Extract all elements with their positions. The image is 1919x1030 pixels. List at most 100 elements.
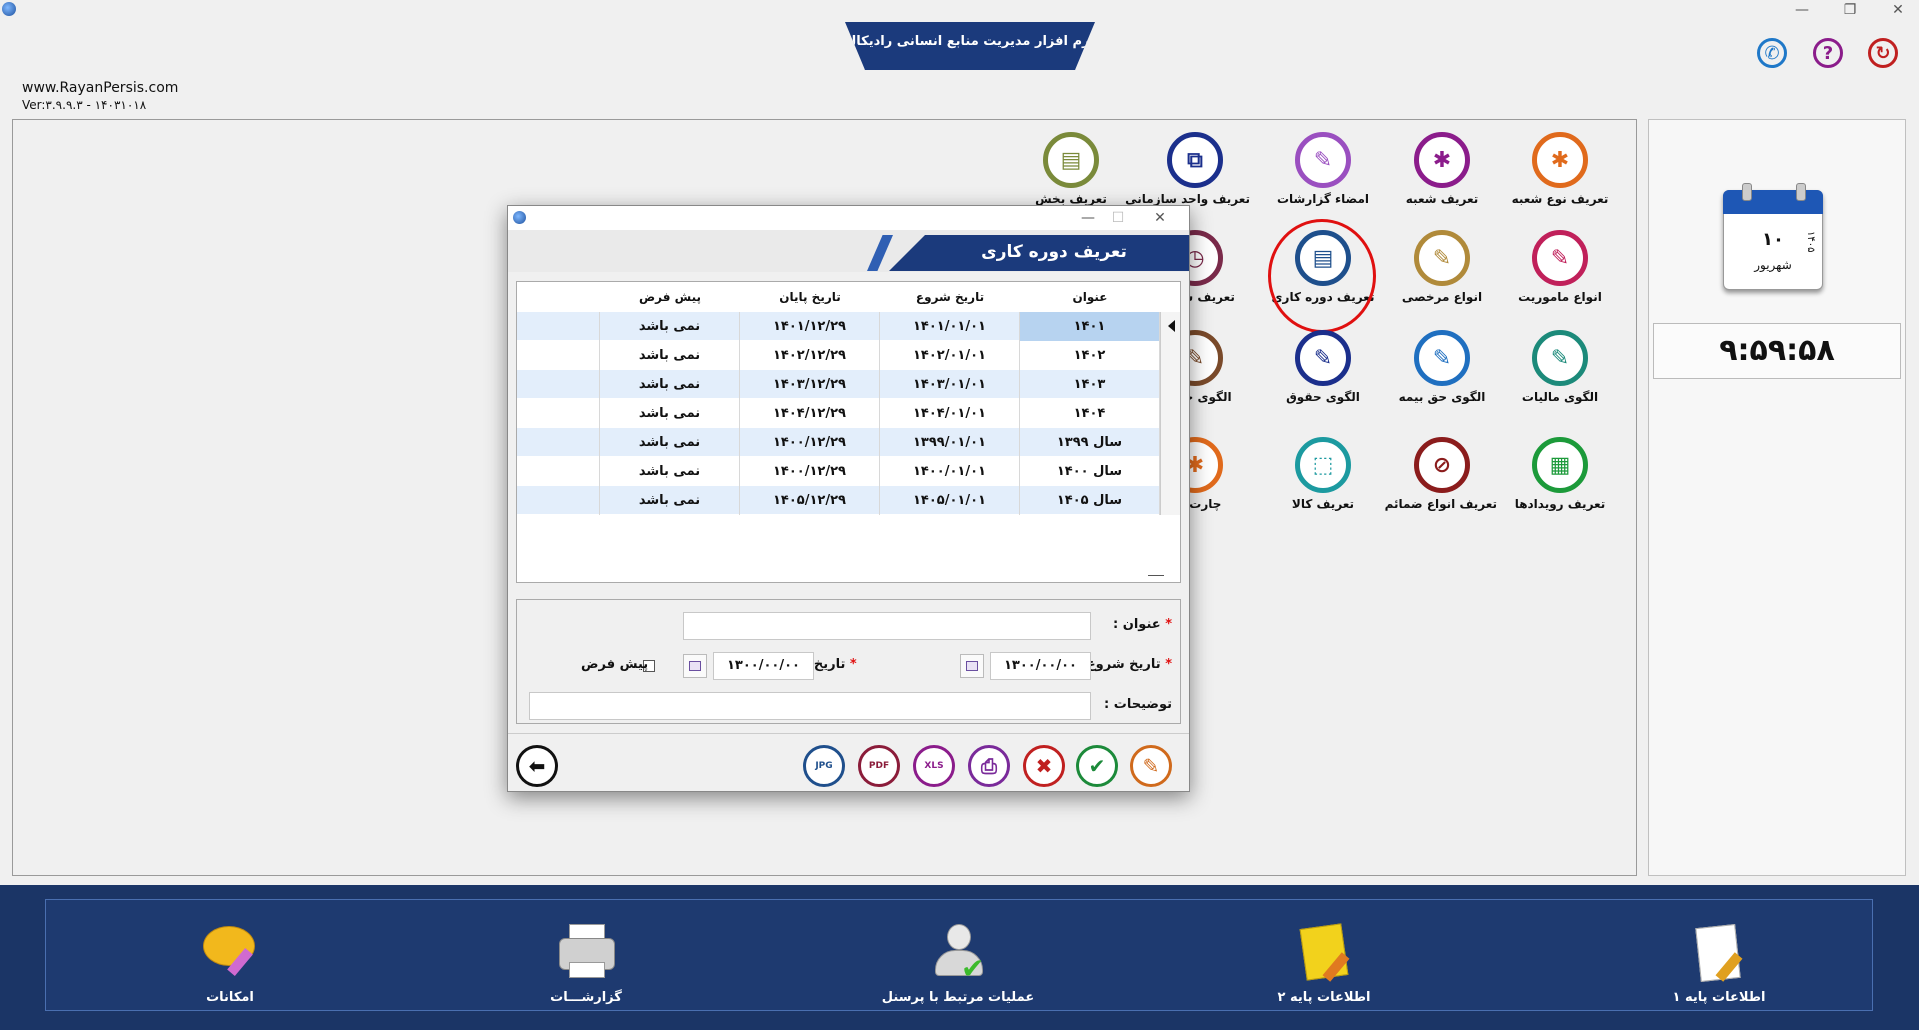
start-date-input[interactable]: ۱۳۰۰/۰۰/۰۰ [990, 652, 1091, 680]
export-xls-button[interactable]: XLS [913, 745, 955, 787]
dialog-minimize-button[interactable]: — [1073, 207, 1103, 229]
header-stripe [867, 235, 893, 271]
col-header-start[interactable]: تاریخ شروع [880, 290, 1020, 304]
grid-item-report-signature[interactable]: ✎ امضاء گزارشات [1268, 132, 1378, 206]
cell-title: ۱۴۰۲ [1020, 341, 1160, 370]
cell-start: ۱۴۰۵/۰۱/۰۱ [880, 486, 1020, 515]
grid-item-mission-types[interactable]: ✎ انواع ماموریت [1505, 230, 1615, 304]
title-input[interactable] [683, 612, 1091, 640]
cell-end: ۱۴۰۳/۱۲/۲۹ [740, 370, 880, 399]
calendar-ring [1796, 183, 1806, 201]
edit-button[interactable]: ✎ [1130, 745, 1172, 787]
required-mark: * [849, 657, 857, 672]
grid-item-leave-types[interactable]: ✎ انواع مرخصی [1387, 230, 1497, 304]
check-icon: ✔ [1088, 754, 1106, 778]
grid-item-branch-type[interactable]: ✱ تعریف نوع شعبه [1505, 132, 1615, 206]
leave-types-glyph: ✎ [1432, 245, 1452, 271]
col-header-default[interactable]: پیش فرض [600, 290, 740, 304]
sticky-note-pencil-icon [1289, 922, 1359, 984]
start-date-label: * تاریخ شروع : [1077, 657, 1172, 672]
col-header-end[interactable]: تاریخ پایان [740, 290, 880, 304]
menu-label: اطلاعات پایه ۱ [1672, 990, 1766, 1005]
phone-icon[interactable]: ✆ [1757, 38, 1787, 68]
delete-button[interactable]: ✖ [1023, 745, 1065, 787]
menu-features[interactable]: امکانات [130, 922, 330, 1005]
version-label: Ver:۳.۹.۹.۳ - ۱۴۰۳۱۰۱۸ [22, 98, 147, 112]
website-link[interactable]: www.RayanPersis.com [22, 80, 178, 96]
grid-label: انواع ماموریت [1518, 290, 1602, 304]
menu-label: اطلاعات پایه ۲ [1277, 990, 1371, 1005]
grid-label: انواع مرخصی [1401, 290, 1483, 304]
grid-item-goods[interactable]: ⬚ تعریف کالا [1268, 437, 1378, 511]
table-row[interactable]: نمی باشد ۱۴۰۴/۱۲/۲۹ ۱۴۰۴/۰۱/۰۱ ۱۴۰۴ [517, 399, 1180, 428]
row-indicator [1160, 341, 1180, 370]
calendar-header-bar [1723, 190, 1823, 214]
grid-item-branch[interactable]: ✱ تعریف شعبه [1387, 132, 1497, 206]
calendar-month: شهریور [1754, 258, 1792, 272]
pdf-icon: PDF [868, 761, 890, 771]
export-pdf-button[interactable]: PDF [858, 745, 900, 787]
salary-pattern-glyph: ✎ [1313, 345, 1333, 371]
cell-title: ۱۴۰۳ [1020, 370, 1160, 399]
grid-item-org-unit[interactable]: ⧉ تعریف واحد سازمانی [1125, 132, 1250, 206]
tax-pattern-glyph: ✎ [1550, 345, 1570, 371]
grid-item-events[interactable]: ▦ تعریف رویدادها [1505, 437, 1615, 511]
cell-end: ۱۴۰۲/۱۲/۲۹ [740, 341, 880, 370]
dialog-close-button[interactable]: ✕ [1145, 207, 1175, 229]
events-calendar-icon: ▦ [1532, 437, 1588, 493]
exit-icon[interactable]: ↻ [1868, 38, 1898, 68]
table-row[interactable]: نمی باشد ۱۴۰۲/۱۲/۲۹ ۱۴۰۲/۰۱/۰۱ ۱۴۰۲ [517, 341, 1180, 370]
menu-basic-info-2[interactable]: اطلاعات پایه ۲ [1224, 922, 1424, 1005]
table-row[interactable]: نمی باشد ۱۴۰۰/۱۲/۲۹ ۱۳۹۹/۰۱/۰۱ سال ۱۳۹۹ [517, 428, 1180, 457]
cell-start: ۱۴۰۰/۰۱/۰۱ [880, 457, 1020, 486]
mission-types-glyph: ✎ [1550, 245, 1570, 271]
table-row[interactable]: نمی باشد ۱۴۰۰/۱۲/۲۹ ۱۴۰۰/۰۱/۰۱ سال ۱۴۰۰ [517, 457, 1180, 486]
menu-reports[interactable]: گزارشـــات [486, 922, 686, 1005]
dialog-title: تعریف دوره کاری [981, 242, 1127, 262]
check-mark: ✔ [961, 952, 985, 985]
end-date-input[interactable]: ۱۳۰۰/۰۰/۰۰ [713, 652, 814, 680]
grid-item-attachment-types[interactable]: ⊘ تعریف انواع ضمائم [1384, 437, 1497, 511]
close-window-button[interactable]: ✕ [1878, 0, 1918, 20]
back-button[interactable]: ⬅ [516, 745, 558, 787]
leave-types-icon: ✎ [1414, 230, 1470, 286]
end-date-calendar-icon[interactable] [683, 654, 707, 678]
print-button[interactable]: ⎙ [968, 745, 1010, 787]
dialog-maximize-button[interactable]: ☐ [1103, 207, 1133, 229]
grid-item-salary-pattern[interactable]: ✎ الگوی حقوق [1268, 330, 1378, 404]
grid-item-section[interactable]: ▤ تعریف بخش [1016, 132, 1126, 206]
dialog-titlebar[interactable]: — ☐ ✕ [508, 206, 1189, 231]
work-period-grid[interactable]: عنوان تاریخ شروع تاریخ پایان پیش فرض نمی… [516, 281, 1181, 583]
xls-icon: XLS [924, 761, 944, 771]
bottom-menu-frame: اطلاعات پایه ۱ اطلاعات پایه ۲ ✔ عملیات م… [45, 899, 1873, 1011]
table-row[interactable]: نمی باشد ۱۴۰۱/۱۲/۲۹ ۱۴۰۱/۰۱/۰۱ ۱۴۰۱ [517, 312, 1180, 341]
edit-form: * عنوان : * تاریخ شروع : ۱۳۰۰/۰۰/۰۰ * تا… [516, 599, 1181, 724]
table-row[interactable]: نمی باشد ۱۴۰۳/۱۲/۲۹ ۱۴۰۳/۰۱/۰۱ ۱۴۰۳ [517, 370, 1180, 399]
menu-personnel-operations[interactable]: ✔ عملیات مرتبط با پرسنل [858, 922, 1058, 1005]
help-glyph: ? [1822, 42, 1834, 64]
grid-label: تعریف کالا [1291, 497, 1355, 511]
row-indicator [1160, 486, 1180, 515]
start-date-calendar-icon[interactable] [960, 654, 984, 678]
current-row-arrow-icon [1168, 320, 1175, 332]
menu-label: عملیات مرتبط با پرسنل [881, 990, 1035, 1005]
empty-cell [517, 486, 600, 515]
required-mark: * [1165, 617, 1172, 632]
help-icon[interactable]: ? [1813, 38, 1843, 68]
minimize-button[interactable]: — [1782, 0, 1822, 20]
export-jpg-button[interactable]: JPG [803, 745, 845, 787]
grid-label: تعریف انواع ضمائم [1384, 497, 1497, 511]
tax-pattern-icon: ✎ [1532, 330, 1588, 386]
restore-button[interactable]: ❐ [1830, 0, 1870, 20]
table-row[interactable]: نمی باشد ۱۴۰۵/۱۲/۲۹ ۱۴۰۵/۰۱/۰۱ سال ۱۴۰۵ [517, 486, 1180, 515]
empty-cell [517, 341, 600, 370]
grid-item-tax-pattern[interactable]: ✎ الگوی مالیات [1505, 330, 1615, 404]
grid-item-insurance-pattern[interactable]: ✎ الگوی حق بیمه [1387, 330, 1497, 404]
save-button[interactable]: ✔ [1076, 745, 1118, 787]
branch-glyph: ✱ [1432, 147, 1452, 173]
col-header-title[interactable]: عنوان [1020, 290, 1160, 304]
description-input[interactable] [529, 692, 1091, 720]
org-chart-icon: ⧉ [1167, 132, 1223, 188]
required-mark: * [1165, 657, 1172, 672]
menu-basic-info-1[interactable]: اطلاعات پایه ۱ [1619, 922, 1819, 1005]
